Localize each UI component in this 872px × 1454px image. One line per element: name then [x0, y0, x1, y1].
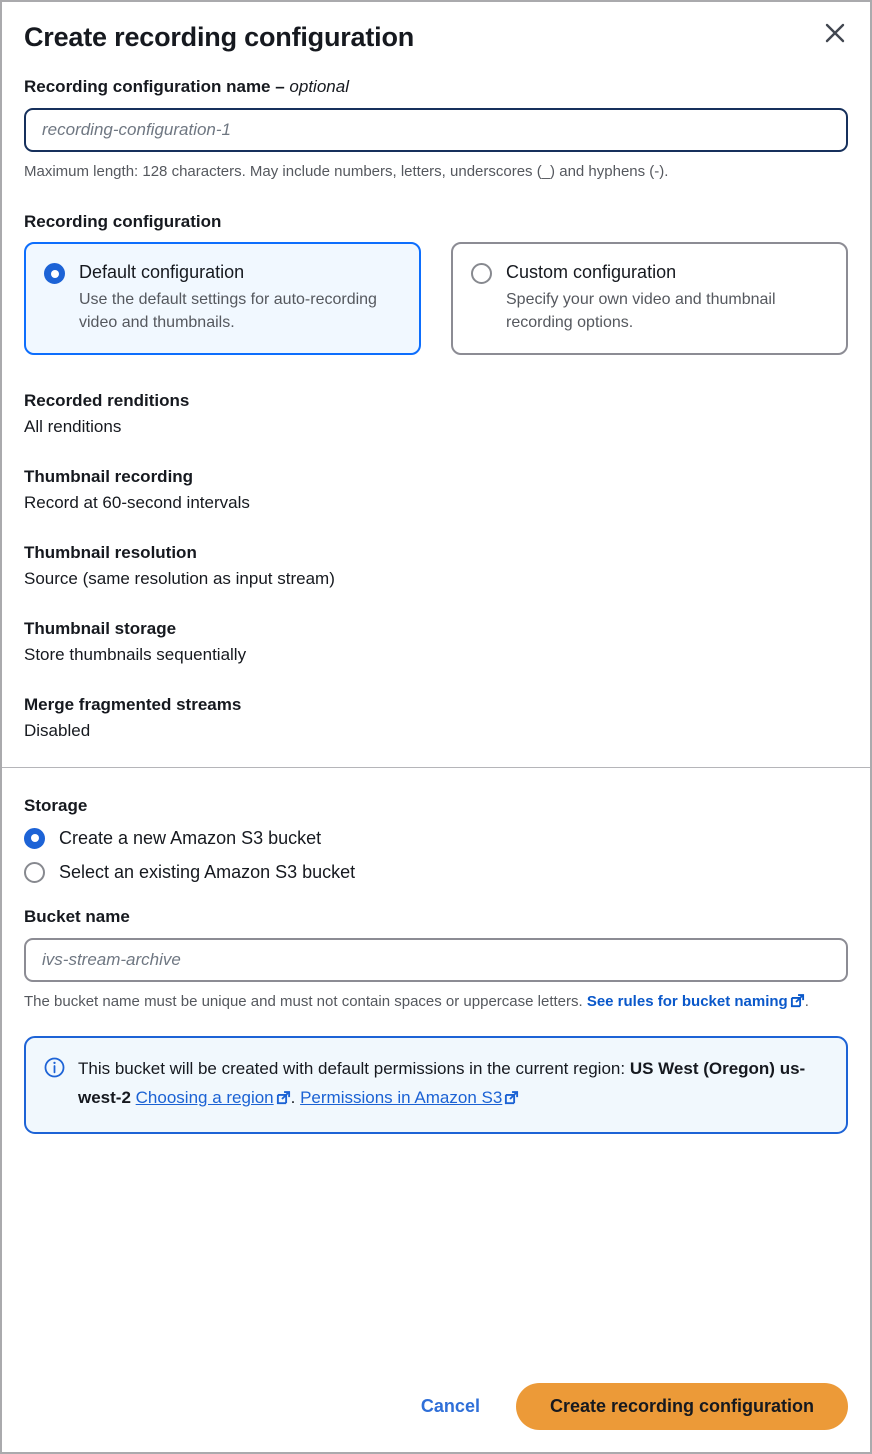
recording-name-label: Recording configuration name – optional	[24, 76, 848, 98]
bucket-name-label: Bucket name	[24, 907, 130, 926]
dialog-body: Recording configuration name – optional …	[2, 54, 870, 1367]
radio-select-existing-bucket[interactable]	[24, 861, 45, 883]
recording-configuration-options: Default configuration Use the default se…	[24, 242, 848, 355]
dialog-header: Create recording configuration	[2, 2, 870, 54]
recording-name-optional-tag: optional	[289, 77, 349, 96]
radio-row-select-existing-bucket[interactable]: Select an existing Amazon S3 bucket	[24, 860, 848, 884]
radio-create-new-bucket-label: Create a new Amazon S3 bucket	[59, 828, 322, 848]
create-recording-configuration-button[interactable]: Create recording configuration	[515, 1383, 848, 1430]
external-link-icon	[790, 992, 805, 1016]
close-icon	[823, 21, 847, 45]
summary-item: Thumbnail recording Record at 60-second …	[24, 465, 848, 515]
summary-item: Thumbnail storage Store thumbnails seque…	[24, 617, 848, 667]
summary-key: Thumbnail resolution	[24, 543, 197, 562]
storage-options: Create a new Amazon S3 bucket Select an …	[24, 826, 848, 884]
radio-default-configuration[interactable]	[44, 263, 65, 284]
radio-custom-configuration[interactable]	[471, 263, 492, 284]
radio-card-default-description: Use the default settings for auto-record…	[79, 291, 377, 331]
radio-card-default-configuration[interactable]: Default configuration Use the default se…	[24, 242, 421, 355]
alert-separator: .	[290, 1088, 301, 1107]
dialog-footer: Cancel Create recording configuration	[2, 1367, 870, 1452]
bucket-info-alert-text: This bucket will be created with default…	[78, 1054, 828, 1114]
radio-card-default-title: Default configuration	[79, 262, 245, 282]
configuration-summary: Recorded renditions All renditions Thumb…	[24, 389, 848, 743]
page-title: Create recording configuration	[24, 22, 415, 52]
recording-name-hint: Maximum length: 128 characters. May incl…	[24, 163, 669, 180]
bucket-name-hint: The bucket name must be unique and must …	[24, 990, 848, 1016]
create-recording-configuration-dialog: Create recording configuration Recording…	[0, 0, 872, 1454]
summary-value: All renditions	[24, 417, 122, 436]
radio-row-create-new-bucket[interactable]: Create a new Amazon S3 bucket	[24, 826, 848, 850]
cancel-button[interactable]: Cancel	[407, 1386, 494, 1427]
recording-configuration-label: Recording configuration	[24, 212, 222, 231]
info-icon	[44, 1057, 65, 1114]
choosing-a-region-link[interactable]: Choosing a region	[136, 1088, 274, 1107]
bucket-name-input[interactable]	[24, 938, 848, 982]
summary-key: Thumbnail recording	[24, 467, 194, 486]
summary-value: Disabled	[24, 721, 91, 740]
alert-text-start: This bucket will be created with default…	[78, 1059, 630, 1078]
summary-item: Thumbnail resolution Source (same resolu…	[24, 541, 848, 591]
close-button[interactable]	[818, 16, 852, 50]
permissions-in-amazon-s3-link[interactable]: Permissions in Amazon S3	[300, 1088, 502, 1107]
bucket-name-hint-text: The bucket name must be unique and must …	[24, 993, 587, 1010]
radio-select-existing-bucket-label: Select an existing Amazon S3 bucket	[59, 862, 356, 882]
radio-card-custom-description: Specify your own video and thumbnail rec…	[506, 291, 776, 331]
radio-card-custom-configuration[interactable]: Custom configuration Specify your own vi…	[451, 242, 848, 355]
external-link-icon	[504, 1085, 519, 1114]
radio-card-custom-title: Custom configuration	[506, 262, 677, 282]
storage-label: Storage	[24, 796, 88, 815]
summary-value: Record at 60-second intervals	[24, 493, 250, 512]
summary-item: Recorded renditions All renditions	[24, 389, 848, 439]
summary-value: Source (same resolution as input stream)	[24, 569, 335, 588]
summary-item: Merge fragmented streams Disabled	[24, 693, 848, 743]
external-link-icon	[276, 1085, 291, 1114]
summary-value: Store thumbnails sequentially	[24, 645, 247, 664]
section-divider	[2, 767, 870, 768]
bucket-name-hint-suffix: .	[804, 993, 809, 1010]
summary-key: Merge fragmented streams	[24, 695, 242, 714]
bucket-naming-rules-link[interactable]: See rules for bucket naming	[587, 993, 788, 1010]
recording-name-input[interactable]	[24, 108, 848, 152]
bucket-info-alert: This bucket will be created with default…	[24, 1036, 848, 1134]
summary-key: Recorded renditions	[24, 391, 190, 410]
summary-key: Thumbnail storage	[24, 619, 177, 638]
radio-create-new-bucket[interactable]	[24, 827, 45, 849]
recording-name-label-text: Recording configuration name –	[24, 77, 290, 96]
